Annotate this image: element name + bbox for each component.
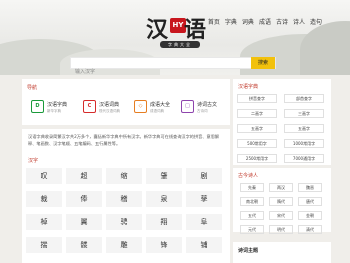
sidebar-dict-item[interactable]: 五画字 — [284, 124, 324, 133]
hanzi-cell[interactable]: 叹 — [26, 168, 62, 184]
hanzi-cell[interactable]: 翼 — [66, 214, 102, 230]
sidebar-dict-item[interactable]: 五画字 — [237, 124, 277, 133]
hanzi-cell[interactable]: 俸 — [66, 191, 102, 207]
hanzi-cell[interactable]: 髅 — [66, 237, 102, 253]
hanzi-cell[interactable]: 雕 — [106, 237, 142, 253]
nav-link-shiren[interactable]: 诗人 — [293, 17, 305, 26]
idiom-icon: ◇ — [134, 100, 147, 113]
nav-item-cidian[interactable]: C 汉语词典 现代汉语词典 — [83, 100, 120, 114]
hanzi-section-title: 汉字 — [28, 158, 39, 164]
sidebar-poet-item[interactable]: 金朝 — [298, 211, 322, 220]
hanzi-cell[interactable]: 孳 — [186, 191, 222, 207]
sidebar-dict-item[interactable]: 7000通用字 — [284, 154, 324, 163]
sidebar-dict-item[interactable]: 2500常用字 — [237, 154, 277, 163]
hanzi-cell[interactable]: 缩 — [106, 168, 142, 184]
hanzi-grid: 叹 超 缩 肇 剧 裁 俸 稽 泉 孳 棹 翼 骋 翔 阜 揣 髅 雕 锋 铺 — [26, 168, 222, 253]
sidebar-dict-item[interactable]: 部首查字 — [284, 94, 324, 103]
sidebar-poet-item[interactable]: 元代 — [240, 225, 264, 234]
sidebar-poet-item[interactable]: 唐代 — [298, 197, 322, 206]
intro-text: 汉语字典收录简繁汉字共2万多个，囊括新华字典中所有汉字。新华字典可在线查询汉字的… — [28, 134, 220, 146]
hanzi-cell[interactable]: 铺 — [186, 237, 222, 253]
nav-item-desc: 成语词典 — [150, 109, 164, 113]
nav-panel-title: 导航 — [27, 85, 38, 91]
search-button[interactable]: 搜索 — [251, 57, 275, 69]
nav-item-title: 成语大全 — [150, 102, 171, 108]
hanzi-cell[interactable]: 裁 — [26, 191, 62, 207]
nav-item-title: 诗词古文 — [197, 102, 218, 108]
sidebar-poet-item[interactable]: 宋代 — [269, 211, 293, 220]
hanzi-cell[interactable]: 阜 — [186, 214, 222, 230]
nav-item-desc: 现代汉语词典 — [99, 109, 120, 113]
dictionary-icon: D — [31, 100, 44, 113]
nav-item-zidian[interactable]: D 汉语字典 新华字典 — [31, 100, 67, 114]
sidebar-dict-item[interactable]: 500常用字 — [237, 139, 277, 148]
logo-char: 汉 — [146, 17, 169, 43]
hanzi-cell[interactable]: 揣 — [26, 237, 62, 253]
sidebar-dict-title: 汉语字典 — [238, 84, 259, 90]
nav-item-title: 汉语词典 — [99, 102, 120, 108]
hanzi-cell[interactable]: 棹 — [26, 214, 62, 230]
logo-subtitle: 字典大全 — [160, 41, 200, 48]
nav-item-chengyu[interactable]: ◇ 成语大全 成语词典 — [134, 100, 170, 114]
site-logo[interactable]: 汉 HY 语 字典大全 — [146, 10, 216, 50]
hanzi-cell[interactable]: 锋 — [146, 237, 182, 253]
sidebar-poets-grid: 先秦 两汉 魏晋 南北朝 隋代 唐代 五代 宋代 金朝 元代 明代 清代 — [240, 183, 322, 234]
hanzi-cell[interactable]: 骋 — [106, 214, 142, 230]
search-input[interactable] — [71, 67, 247, 75]
nav-item-desc: 古诗词 — [197, 109, 208, 113]
sidebar-dict-grid: 拼音查字 部首查字 二画字 三画字 五画字 五画字 500常用字 1000常用字… — [237, 94, 324, 163]
sidebar-poet-item[interactable]: 隋代 — [269, 197, 293, 206]
sidebar-dict-item[interactable]: 拼音查字 — [237, 94, 277, 103]
sidebar-topics-title: 诗词主题 — [238, 248, 259, 254]
nav-link-zidian[interactable]: 字典 — [225, 17, 237, 26]
hanzi-cell[interactable]: 稽 — [106, 191, 142, 207]
sidebar-poet-item[interactable]: 魏晋 — [298, 183, 322, 192]
word-dictionary-icon: C — [83, 100, 96, 113]
hanzi-cell[interactable]: 超 — [66, 168, 102, 184]
nav-link-chengyu[interactable]: 成语 — [259, 17, 271, 26]
nav-link-cidian[interactable]: 词典 — [242, 17, 254, 26]
sidebar-poet-item[interactable]: 两汉 — [269, 183, 293, 192]
nav-link-home[interactable]: 首页 — [208, 17, 220, 26]
sidebar-poet-item[interactable]: 明代 — [269, 225, 293, 234]
mountain-decoration — [300, 21, 350, 75]
sidebar-dict-item[interactable]: 二画字 — [237, 109, 277, 118]
nav-item-title: 汉语字典 — [47, 102, 68, 108]
search-bar: 搜索 — [70, 57, 276, 75]
nav-item-shici[interactable]: □ 诗词古文 古诗词 — [181, 100, 217, 114]
hanzi-cell[interactable]: 肇 — [146, 168, 182, 184]
nav-link-zaoju[interactable]: 造句 — [310, 17, 322, 26]
sidebar-poet-item[interactable]: 五代 — [240, 211, 264, 220]
sidebar-poet-item[interactable]: 南北朝 — [240, 197, 264, 206]
sidebar-poet-item[interactable]: 清代 — [298, 225, 322, 234]
hanzi-cell[interactable]: 翔 — [146, 214, 182, 230]
page-header: 汉 HY 语 字典大全 首页 字典 词典 成语 古诗 诗人 造句 搜索 — [0, 0, 350, 75]
sidebar-dict-item[interactable]: 三画字 — [284, 109, 324, 118]
logo-char: 语 — [184, 17, 207, 43]
hanzi-cell[interactable]: 剧 — [186, 168, 222, 184]
sidebar-dict-item[interactable]: 1000常用字 — [284, 139, 324, 148]
sidebar-poets-title: 古今诗人 — [238, 173, 259, 179]
nav-link-gushi[interactable]: 古诗 — [276, 17, 288, 26]
top-nav: 首页 字典 词典 成语 古诗 诗人 造句 — [208, 17, 322, 26]
hanzi-cell[interactable]: 泉 — [146, 191, 182, 207]
poetry-icon: □ — [181, 100, 194, 113]
nav-item-desc: 新华字典 — [47, 109, 61, 113]
sidebar-poet-item[interactable]: 先秦 — [240, 183, 264, 192]
